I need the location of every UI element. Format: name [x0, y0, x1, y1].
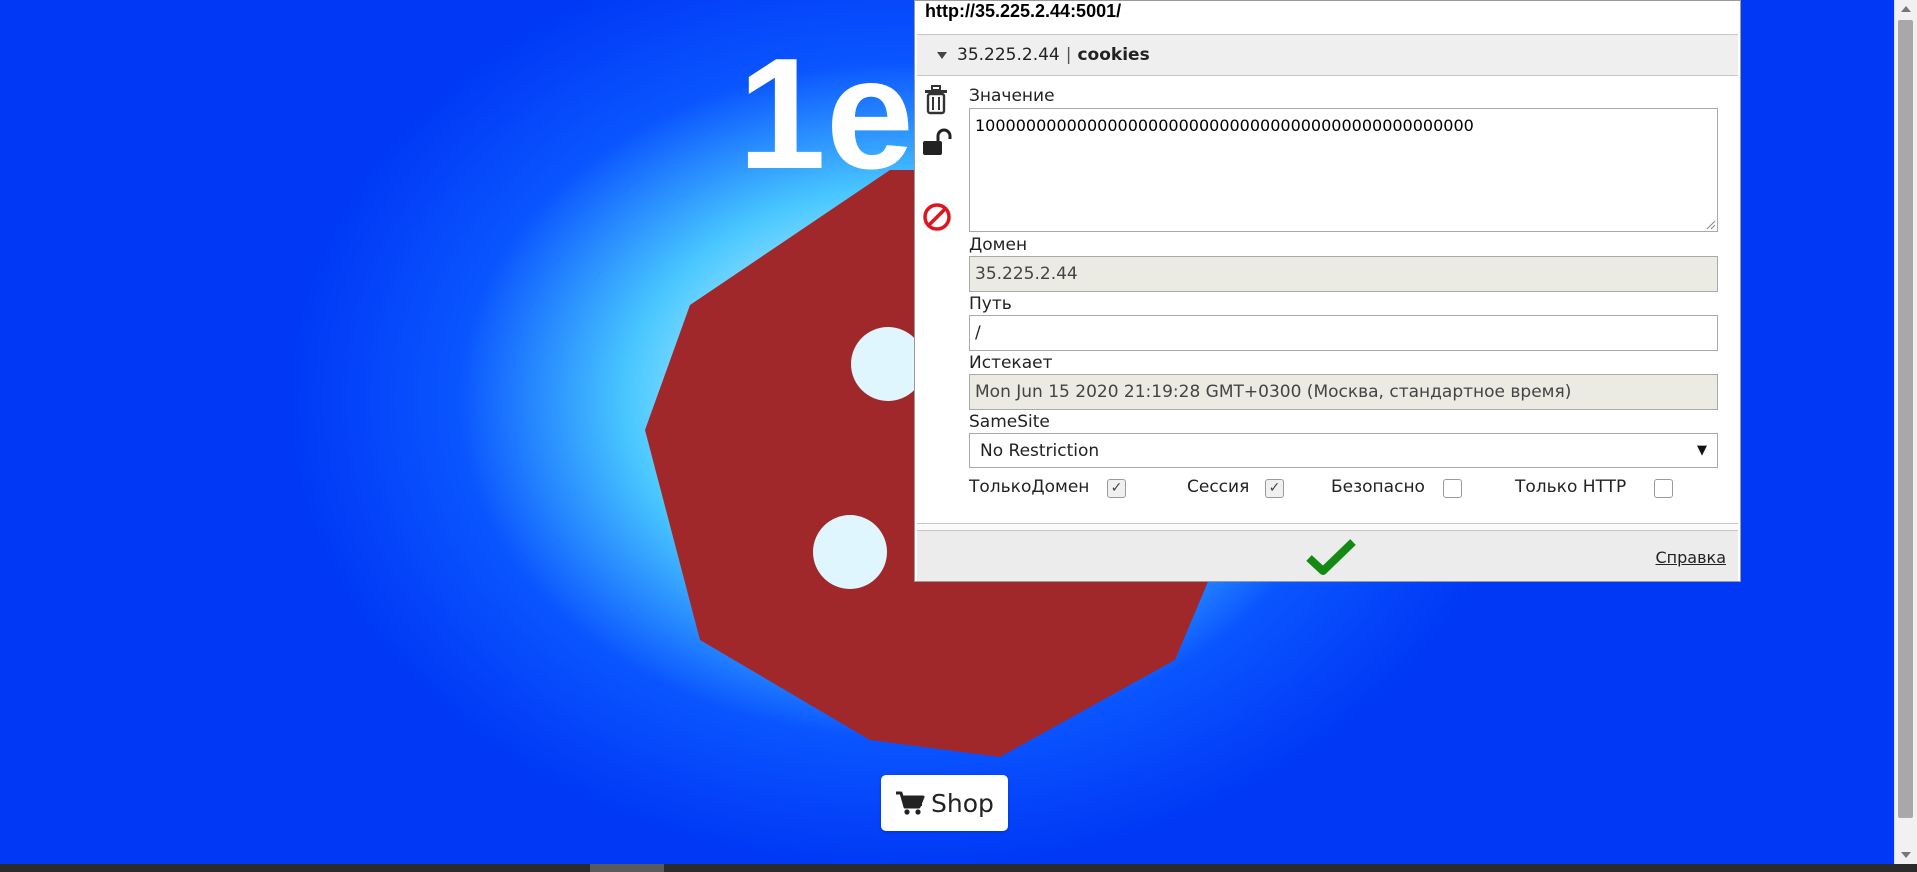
resize-grip-icon[interactable]: [1704, 218, 1716, 230]
dropdown-arrow-icon: ▼: [1697, 443, 1707, 458]
shop-button-label: Shop: [931, 788, 994, 818]
block-icon[interactable]: [922, 202, 952, 232]
secure-label: Безопасно: [1331, 477, 1425, 497]
path-field[interactable]: /: [969, 315, 1718, 351]
cart-icon: [896, 791, 925, 815]
taskbar-active-item[interactable]: [590, 864, 664, 872]
trash-icon[interactable]: [923, 85, 949, 115]
unlock-icon[interactable]: [922, 128, 952, 158]
session-checkbox[interactable]: ✓: [1265, 479, 1284, 498]
domain-label: Домен: [969, 235, 1028, 255]
http-only-label: Только HTTP: [1515, 477, 1627, 497]
samesite-value: No Restriction: [980, 440, 1100, 461]
session-label: Сессия: [1187, 477, 1250, 497]
collapse-triangle-icon[interactable]: [937, 51, 947, 59]
scroll-down-arrow-icon[interactable]: [1901, 852, 1911, 858]
value-label: Значение: [969, 86, 1055, 106]
path-label: Путь: [969, 294, 1012, 314]
scroll-thumb[interactable]: [1898, 20, 1913, 818]
host-only-label: ТолькоДомен: [969, 477, 1090, 497]
shop-button[interactable]: Shop: [881, 775, 1008, 831]
expires-label: Истекает: [969, 353, 1053, 373]
help-link[interactable]: Справка: [1656, 548, 1727, 567]
cookie-name: cookies: [1077, 45, 1150, 65]
samesite-select[interactable]: No Restriction ▼: [969, 433, 1718, 468]
save-checkmark-icon[interactable]: [1305, 537, 1357, 577]
http-only-checkbox[interactable]: [1654, 479, 1673, 498]
page-scrollbar[interactable]: [1894, 0, 1917, 864]
domain-field[interactable]: 35.225.2.44: [969, 256, 1718, 292]
samesite-label: SameSite: [969, 412, 1050, 432]
host-only-checkbox[interactable]: ✓: [1107, 479, 1126, 498]
scroll-up-arrow-icon[interactable]: [1901, 6, 1911, 12]
popup-divider: [917, 523, 1738, 531]
popup-url: http://35.225.2.44:5001/: [925, 1, 1122, 21]
secure-checkbox[interactable]: [1443, 479, 1462, 498]
expires-field[interactable]: Mon Jun 15 2020 21:19:28 GMT+0300 (Москв…: [969, 374, 1718, 410]
popup-footer: Справка: [917, 531, 1738, 581]
taskbar: [0, 864, 1917, 872]
cookie-domain: 35.225.2.44: [957, 45, 1060, 65]
header-separator: |: [1065, 45, 1072, 65]
cookie-header[interactable]: 35.225.2.44 | cookies: [917, 34, 1738, 76]
value-field[interactable]: 1000000000000000000000000000000000000000…: [969, 108, 1718, 232]
cookie-editor-popup: http://35.225.2.44:5001/ 35.225.2.44 | c…: [914, 0, 1741, 582]
cookie-chip: [813, 515, 887, 589]
